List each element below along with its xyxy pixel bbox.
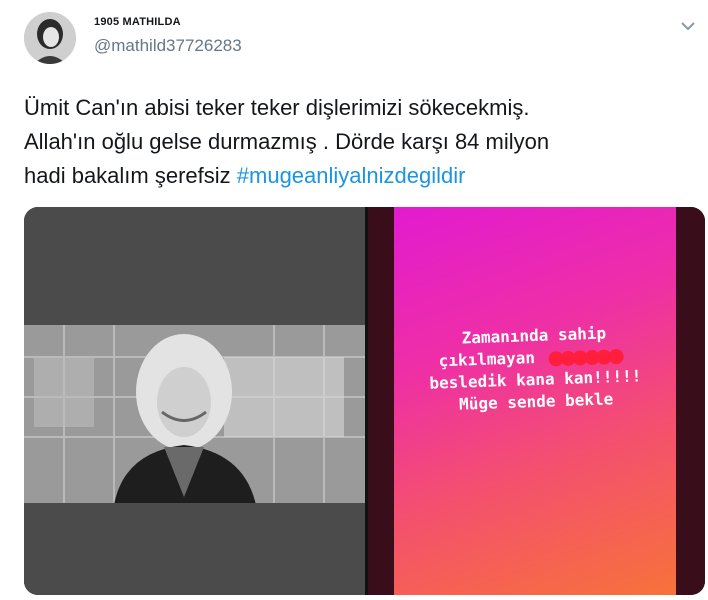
display-name[interactable]: 1905 MATHILDA xyxy=(94,16,181,28)
chevron-down-icon[interactable] xyxy=(678,16,698,36)
avatar[interactable] xyxy=(24,12,76,64)
tweet-line-3: hadi bakalım şerefsiz xyxy=(24,163,237,188)
instagram-story-image[interactable]: Zamanında sahip çıkılmayan besledik kana… xyxy=(368,207,705,595)
user-handle[interactable]: @mathild37726283 xyxy=(94,36,242,56)
story-background: Zamanında sahip çıkılmayan besledik kana… xyxy=(394,207,676,595)
media-grid: Zamanında sahip çıkılmayan besledik kana… xyxy=(24,207,705,595)
tv-screenshot-image[interactable] xyxy=(24,207,365,595)
censor-scribble xyxy=(544,346,631,367)
tweet-text: Ümit Can'ın abisi teker teker dişlerimiz… xyxy=(24,91,694,193)
tweet-card: 1905 MATHILDA @mathild37726283 Ümit Can'… xyxy=(0,0,708,600)
tweet-line-1: Ümit Can'ın abisi teker teker dişlerimiz… xyxy=(24,95,530,120)
tweet-line-2: Allah'ın oğlu gelse durmazmış . Dörde ka… xyxy=(24,129,550,154)
hashtag-link[interactable]: #mugeanliyalnizdegildir xyxy=(237,163,466,188)
story-text: Zamanında sahip çıkılmayan besledik kana… xyxy=(393,320,678,418)
story-line-2-text: çıkılmayan xyxy=(438,348,536,371)
